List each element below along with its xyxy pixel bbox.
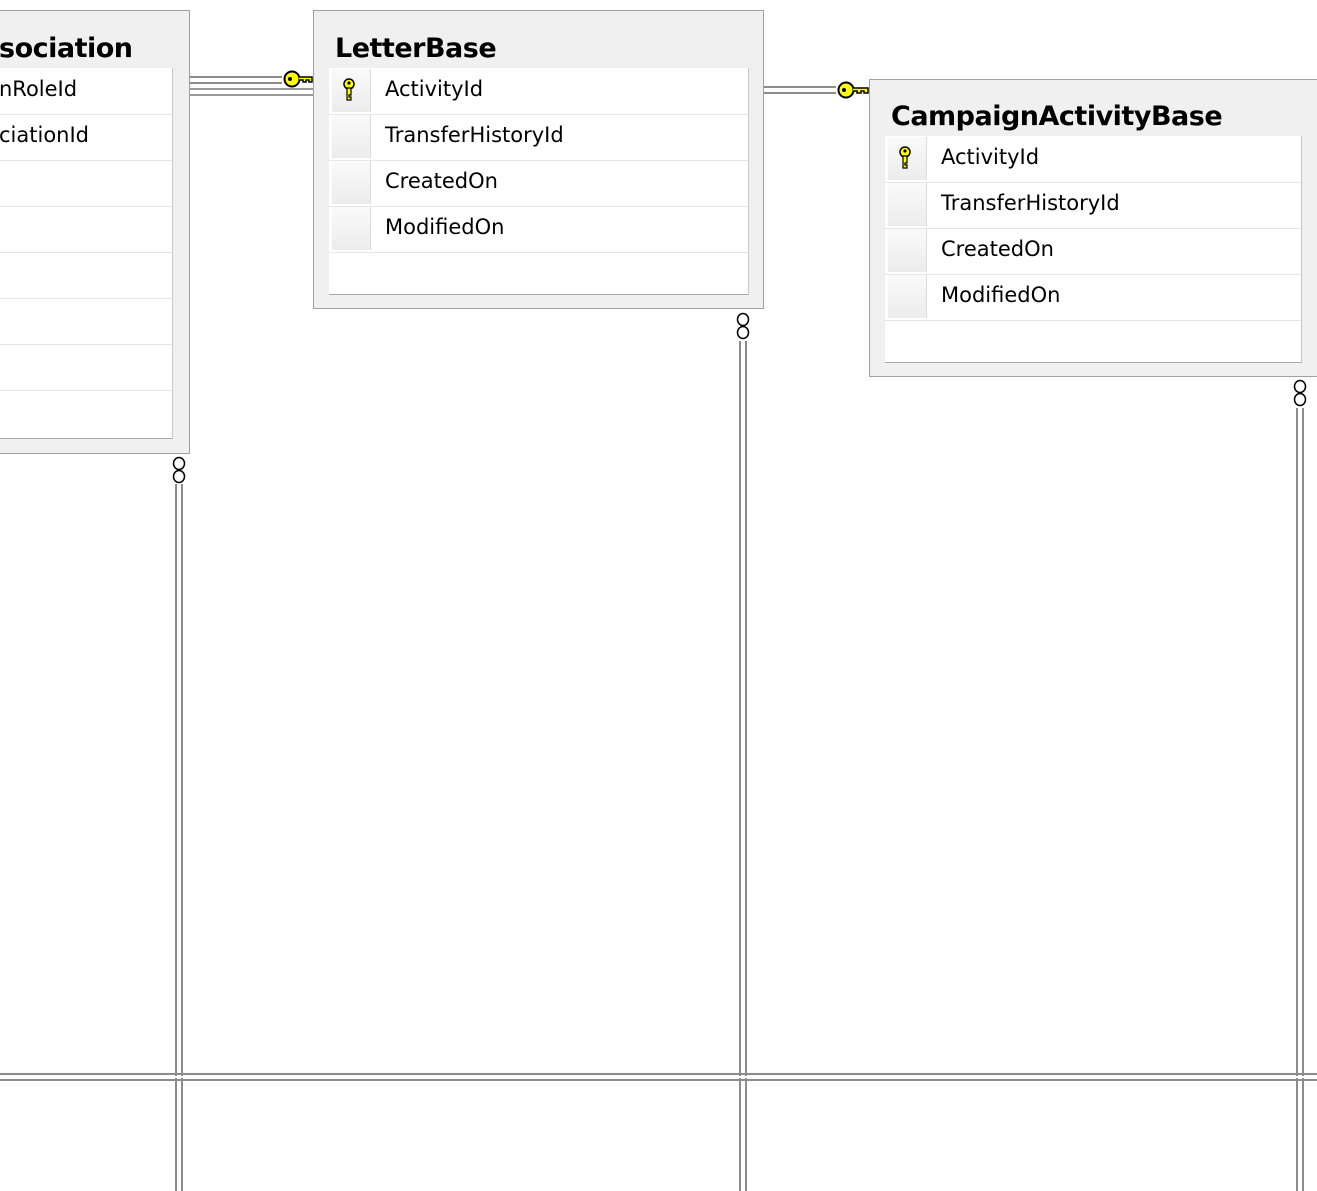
column-row[interactable]: ModifiedOn: [885, 274, 1301, 321]
column-grid: nRoleId ciationId: [0, 68, 173, 439]
table-title: sociation: [0, 33, 133, 64]
column-grid: ActivityId TransferHistoryId CreatedOn M…: [885, 136, 1302, 363]
column-row[interactable]: [0, 160, 172, 207]
column-row[interactable]: ModifiedOn: [329, 206, 748, 253]
table-association[interactable]: sociation nRoleId ciationId: [0, 10, 190, 454]
column-row[interactable]: ActivityId: [329, 68, 748, 115]
row-selector[interactable]: [888, 229, 927, 272]
column-row[interactable]: [0, 252, 172, 299]
key-icon: [899, 146, 911, 169]
key-connector-icon: [837, 81, 869, 99]
table-title: LetterBase: [335, 33, 497, 64]
column-row[interactable]: TransferHistoryId: [885, 182, 1301, 229]
column-name: ModifiedOn: [385, 215, 505, 239]
column-row[interactable]: CreatedOn: [329, 160, 748, 207]
table-campaignactivitybase[interactable]: CampaignActivityBase ActivityId Transfer…: [869, 79, 1317, 377]
key-icon: [343, 78, 355, 101]
column-name: TransferHistoryId: [385, 123, 564, 147]
column-row[interactable]: TransferHistoryId: [329, 114, 748, 161]
column-row[interactable]: [0, 344, 172, 391]
column-name: CreatedOn: [941, 237, 1054, 261]
column-row[interactable]: ciationId: [0, 114, 172, 161]
column-row[interactable]: ActivityId: [885, 136, 1301, 183]
column-name: TransferHistoryId: [941, 191, 1120, 215]
horizontal-bottom-line[interactable]: [0, 1073, 1317, 1081]
column-name: nRoleId: [0, 77, 78, 101]
row-selector[interactable]: [888, 183, 927, 226]
column-name: ActivityId: [941, 145, 1040, 169]
vertical-line-left[interactable]: [175, 484, 183, 1191]
column-name: ModifiedOn: [941, 283, 1061, 307]
column-row[interactable]: CreatedOn: [885, 228, 1301, 275]
row-selector[interactable]: [332, 207, 371, 250]
infinity-icon: [736, 312, 750, 340]
column-row[interactable]: [0, 298, 172, 345]
row-selector[interactable]: [332, 161, 371, 204]
key-connector-icon: [283, 70, 313, 88]
column-grid: ActivityId TransferHistoryId CreatedOn M…: [329, 68, 749, 295]
column-name: ciationId: [0, 123, 89, 147]
column-name: ActivityId: [385, 77, 484, 101]
row-selector[interactable]: [332, 115, 371, 158]
table-title: CampaignActivityBase: [891, 101, 1223, 132]
column-name: CreatedOn: [385, 169, 498, 193]
letterbase-to-campaign-line[interactable]: [764, 86, 836, 94]
infinity-icon: [1293, 379, 1307, 407]
table-letterbase[interactable]: LetterBase ActivityId TransferHistoryId …: [313, 10, 764, 309]
row-selector[interactable]: [888, 275, 927, 318]
infinity-icon: [172, 456, 186, 484]
column-row[interactable]: [0, 206, 172, 253]
column-row[interactable]: nRoleId: [0, 68, 172, 115]
vertical-line-middle[interactable]: [739, 341, 747, 1191]
